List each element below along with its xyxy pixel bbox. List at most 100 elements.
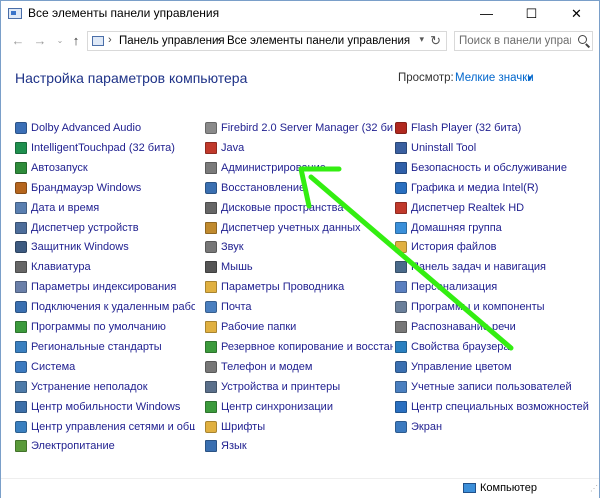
- control-panel-icon: [8, 8, 22, 19]
- control-panel-item[interactable]: Диспетчер Realtek HD: [395, 200, 595, 220]
- control-panel-item[interactable]: Защитник Windows: [15, 239, 195, 259]
- control-panel-item-label: Центр синхронизации: [221, 400, 333, 413]
- address-dropdown-icon[interactable]: ▾: [419, 34, 424, 45]
- control-panel-item[interactable]: Брандмауэр Windows: [15, 180, 195, 200]
- up-arrow-icon[interactable]: ↑: [67, 32, 85, 50]
- control-panel-item[interactable]: Система: [15, 359, 195, 379]
- control-panel-item[interactable]: Диспетчер устройств: [15, 220, 195, 240]
- control-panel-item-label: Звук: [221, 241, 244, 254]
- search-icon[interactable]: [578, 35, 587, 44]
- control-panel-item-label: Персонализация: [411, 281, 498, 294]
- control-panel-item-label: Подключения к удаленным рабоч...: [31, 301, 195, 314]
- control-panel-item[interactable]: Графика и медиа Intel(R): [395, 180, 595, 200]
- control-panel-item[interactable]: Персонализация: [395, 279, 595, 299]
- control-panel-item[interactable]: Параметры Проводника: [205, 279, 393, 299]
- autoplay-icon: [15, 161, 27, 174]
- address-bar[interactable]: › Панель управления › Все элементы панел…: [87, 31, 447, 51]
- breadcrumb-chevron-icon[interactable]: ›: [216, 34, 220, 46]
- control-panel-item-label: Электропитание: [31, 440, 115, 453]
- control-panel-item[interactable]: Безопасность и обслуживание: [395, 160, 595, 180]
- control-panel-item-label: Администрирование: [221, 161, 326, 174]
- breadcrumb-all-items[interactable]: Все элементы панели управления: [227, 35, 410, 47]
- address-control-panel-icon: [92, 36, 104, 46]
- control-panel-item-label: Диспетчер учетных данных: [221, 221, 361, 234]
- search-input[interactable]: [459, 33, 571, 49]
- control-panel-item[interactable]: Устранение неполадок: [15, 379, 195, 399]
- control-panel-item[interactable]: Firebird 2.0 Server Manager (32 бита): [205, 120, 393, 140]
- status-bar: Компьютер ⋰: [1, 478, 599, 498]
- network-icon: [15, 420, 27, 433]
- page-title: Настройка параметров компьютера: [15, 70, 248, 86]
- control-panel-item[interactable]: Региональные стандарты: [15, 339, 195, 359]
- control-panel-item[interactable]: Язык: [205, 438, 393, 458]
- maximize-button[interactable]: ☐: [509, 1, 554, 27]
- color-management-icon: [395, 360, 407, 373]
- clock-icon: [15, 201, 27, 214]
- forward-arrow-icon[interactable]: →: [31, 32, 49, 50]
- control-panel-item[interactable]: Программы по умолчанию: [15, 319, 195, 339]
- control-panel-item[interactable]: Телефон и модем: [205, 359, 393, 379]
- back-arrow-icon[interactable]: ←: [9, 32, 27, 50]
- close-button[interactable]: ✕: [554, 1, 599, 27]
- view-by-dropdown[interactable]: Мелкие значки: [455, 72, 534, 84]
- control-panel-item[interactable]: Восстановление: [205, 180, 393, 200]
- control-panel-item[interactable]: Параметры индексирования: [15, 279, 195, 299]
- control-panel-item[interactable]: Дата и время: [15, 200, 195, 220]
- control-panel-item[interactable]: Распознавание речи: [395, 319, 595, 339]
- control-panel-item[interactable]: Центр мобильности Windows: [15, 399, 195, 419]
- breadcrumb-chevron-icon[interactable]: ›: [108, 34, 112, 46]
- control-panel-item[interactable]: Flash Player (32 бита): [395, 120, 595, 140]
- control-panel-item[interactable]: История файлов: [395, 239, 595, 259]
- search-box[interactable]: [454, 31, 593, 51]
- power-icon: [15, 440, 27, 453]
- control-panel-item[interactable]: Дисковые пространства: [205, 200, 393, 220]
- control-panel-item[interactable]: Экран: [395, 419, 595, 439]
- control-panel-item[interactable]: Свойства браузера: [395, 339, 595, 359]
- control-panel-item[interactable]: Звук: [205, 239, 393, 259]
- control-panel-item[interactable]: Java: [205, 140, 393, 160]
- control-panel-item[interactable]: Программы и компоненты: [395, 299, 595, 319]
- control-panel-item-label: Система: [31, 360, 76, 373]
- control-panel-item-label: Uninstall Tool: [411, 141, 477, 154]
- touchpad-icon: [15, 141, 27, 154]
- control-panel-item[interactable]: Панель задач и навигация: [395, 259, 595, 279]
- control-panel-item[interactable]: Резервное копирование и восстан...: [205, 339, 393, 359]
- minimize-button[interactable]: —: [464, 1, 509, 27]
- control-panel-item[interactable]: Uninstall Tool: [395, 140, 595, 160]
- control-panel-item[interactable]: Автозапуск: [15, 160, 195, 180]
- control-panel-item[interactable]: Учетные записи пользователей: [395, 379, 595, 399]
- control-panel-item-label: Резервное копирование и восстан...: [221, 340, 393, 353]
- control-panel-item-label: Центр мобильности Windows: [31, 400, 181, 413]
- admin-tools-icon: [205, 161, 217, 174]
- control-panel-item[interactable]: Подключения к удаленным рабоч...: [15, 299, 195, 319]
- breadcrumb-control-panel[interactable]: Панель управления: [119, 35, 225, 47]
- control-panel-item[interactable]: Мышь: [205, 259, 393, 279]
- view-dropdown-icon[interactable]: ▼: [526, 74, 534, 83]
- recovery-icon: [205, 181, 217, 194]
- control-panel-item-label: История файлов: [411, 241, 497, 254]
- control-panel-item-label: Почта: [221, 301, 252, 314]
- control-panel-item[interactable]: Администрирование: [205, 160, 393, 180]
- defender-icon: [15, 241, 27, 254]
- control-panel-item-label: Региональные стандарты: [31, 340, 162, 353]
- refresh-icon[interactable]: ↻: [430, 33, 441, 49]
- control-panel-item[interactable]: Диспетчер учетных данных: [205, 220, 393, 240]
- control-panel-item[interactable]: IntelligentTouchpad (32 бита): [15, 140, 195, 160]
- control-panel-item[interactable]: Управление цветом: [395, 359, 595, 379]
- resize-grip-icon[interactable]: ⋰: [590, 484, 598, 493]
- control-panel-item[interactable]: Клавиатура: [15, 259, 195, 279]
- control-panel-item[interactable]: Центр управления сетями и общи...: [15, 419, 195, 439]
- control-panel-item[interactable]: Рабочие папки: [205, 319, 393, 339]
- control-panel-item[interactable]: Домашняя группа: [395, 220, 595, 240]
- control-panel-item[interactable]: Dolby Advanced Audio: [15, 120, 195, 140]
- control-panel-item[interactable]: Почта: [205, 299, 393, 319]
- control-panel-item[interactable]: Центр специальных возможностей: [395, 399, 595, 419]
- control-panel-item[interactable]: Шрифты: [205, 419, 393, 439]
- control-panel-item[interactable]: Устройства и принтеры: [205, 379, 393, 399]
- control-panel-item[interactable]: Центр синхронизации: [205, 399, 393, 419]
- keyboard-icon: [15, 261, 27, 274]
- control-panel-item[interactable]: Электропитание: [15, 438, 195, 458]
- mouse-icon: [205, 261, 217, 274]
- flash-icon: [395, 122, 407, 134]
- control-panel-item-label: Java: [221, 141, 245, 154]
